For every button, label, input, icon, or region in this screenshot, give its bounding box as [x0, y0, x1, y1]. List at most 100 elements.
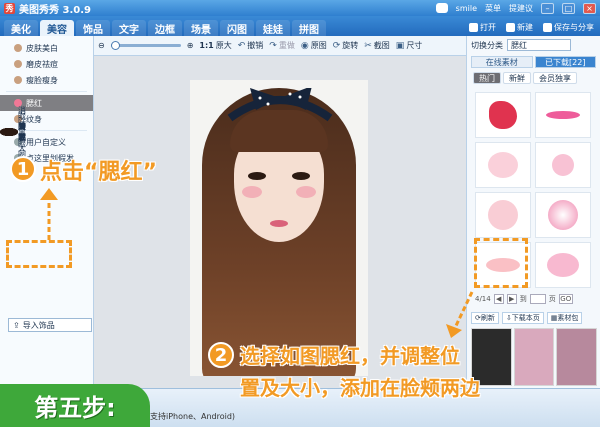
highlight-box-blush-menu: [6, 240, 72, 268]
left-item-whitening[interactable]: 皮肤美白: [0, 40, 93, 56]
prev-page-icon[interactable]: ◀: [493, 294, 504, 304]
redo-icon: ↷: [269, 40, 277, 51]
plus-icon: [506, 22, 515, 32]
original-button[interactable]: ◉ 原图: [301, 40, 327, 51]
tab-flash[interactable]: 闪图: [220, 20, 254, 36]
left-item-blush[interactable]: 腮红: [0, 95, 93, 111]
step-two-text-line1: 选择如图腮红，并调整位: [240, 344, 460, 368]
left-item-slimming[interactable]: 瘦脸瘦身: [0, 72, 93, 88]
tab-text[interactable]: 文字: [112, 20, 146, 36]
tab-beautify[interactable]: 美化: [4, 20, 38, 36]
subtab-vip[interactable]: 会员独享: [533, 72, 577, 84]
blush-swatch-icon: [547, 253, 579, 277]
photo-left-eye: [248, 172, 266, 180]
menu-actions: 打开 新建 保存与分享: [469, 18, 600, 36]
title-bar-right: smile 菜单 提建议 – □ ×: [435, 2, 596, 14]
zoom-slider-handle[interactable]: [110, 41, 120, 50]
blush-swatch-icon: [546, 111, 580, 119]
rotate-icon: ⟳: [332, 40, 341, 51]
canvas-toolbar: ⊖ ⊕ 1:1 原大 ↶ 撤销 ↷ 重做 ◉ 原图 ⟳ 旋转 ✂ 截图 ▣ 尺寸: [94, 36, 466, 56]
step-label-badge: 第五步:: [0, 384, 150, 427]
right-panel: 切换分类 腮红 在线素材 已下载[22] 热门 新鲜 会员独享 4/14 ◀ ▶…: [466, 36, 600, 388]
tab-scene[interactable]: 场景: [184, 20, 218, 36]
new-button[interactable]: 新建: [506, 22, 533, 33]
rotate-button[interactable]: ⟳ 旋转: [333, 40, 359, 51]
left-item-tattoo[interactable]: 纹身: [0, 111, 93, 127]
material-item[interactable]: [475, 142, 531, 188]
category-switch: 切换分类 腮红: [467, 36, 600, 54]
material-item[interactable]: [535, 242, 591, 288]
material-actions: ⟳ 刷新 ⇩ 下载本页 ▦ 素材包: [471, 312, 583, 324]
blush-swatch-icon: [489, 101, 517, 129]
redo-button[interactable]: ↷ 重做: [269, 40, 295, 51]
left-item-smoothing[interactable]: 磨皮祛痘: [0, 56, 93, 72]
tab-online-materials[interactable]: 在线素材: [471, 56, 533, 68]
photo[interactable]: [190, 80, 368, 376]
thumbnail[interactable]: [556, 328, 598, 386]
page-input[interactable]: [529, 294, 546, 304]
step-two-text-line2: 置及大小，添加在脸颊两边: [240, 376, 480, 400]
status-text: 支持iPhone、Android): [150, 412, 236, 421]
save-share-button[interactable]: 保存与分享: [543, 22, 594, 33]
user-name[interactable]: smile: [456, 4, 477, 13]
material-pack-button[interactable]: ▦ 素材包: [546, 312, 583, 324]
tab-collage[interactable]: 拼图: [292, 20, 326, 36]
save-icon: [543, 22, 552, 32]
left-user-custom[interactable]: 用户自定义: [0, 134, 93, 150]
window-title: 美图秀秀 3.0.9: [19, 4, 91, 16]
material-item[interactable]: [475, 92, 531, 138]
subtab-new[interactable]: 新鲜: [503, 72, 531, 84]
original-icon: ◉: [300, 40, 309, 51]
blush-swatch-icon: [548, 200, 578, 230]
face-icon: [14, 76, 22, 84]
category-select[interactable]: 腮红: [507, 39, 571, 51]
download-page-button[interactable]: ⇩ 下载本页: [501, 312, 544, 324]
size-button[interactable]: ▣ 尺寸: [396, 40, 423, 51]
zoom-out-icon[interactable]: ⊖: [98, 41, 105, 50]
material-item[interactable]: [475, 192, 531, 238]
left-item-hair-dye[interactable]: 染发: [0, 122, 26, 142]
step-two-badge: 2: [208, 342, 234, 368]
menu-bar: 美化 美容 饰品 文字 边框 场景 闪图 娃娃 拼图 打开 新建 保存与分享: [0, 16, 600, 36]
app-logo-icon: 秀: [4, 2, 15, 14]
undo-button[interactable]: ↶ 撤销: [238, 40, 264, 51]
zoom-in-icon[interactable]: ⊕: [187, 41, 194, 50]
step-one-badge: 1: [10, 156, 36, 182]
highlight-box-blush-material: [474, 238, 528, 288]
tab-accessories[interactable]: 饰品: [76, 20, 110, 36]
open-button[interactable]: 打开: [469, 22, 496, 33]
go-button[interactable]: GO: [558, 294, 573, 304]
subtab-hot[interactable]: 热门: [473, 72, 501, 84]
crop-button[interactable]: ✂ 截图: [364, 40, 390, 51]
material-item[interactable]: [535, 192, 591, 238]
help-link-feedback[interactable]: 提建议: [509, 3, 533, 14]
tab-doll[interactable]: 娃娃: [256, 20, 290, 36]
tab-frame[interactable]: 边框: [148, 20, 182, 36]
photo-left-blush: [242, 186, 262, 198]
canvas-area[interactable]: [94, 56, 466, 388]
material-item[interactable]: [535, 92, 591, 138]
maximize-icon[interactable]: □: [562, 2, 575, 14]
thumbnail[interactable]: [513, 328, 555, 386]
import-accessory-button[interactable]: ⇪ 导入饰品: [8, 318, 92, 332]
tab-beauty[interactable]: 美容: [40, 20, 74, 36]
close-icon[interactable]: ×: [583, 2, 596, 14]
user-avatar-icon[interactable]: [435, 3, 448, 13]
face-icon: [14, 44, 22, 52]
material-pager: 4/14 ◀ ▶ 到 页 GO: [475, 294, 573, 304]
photo-lips: [270, 220, 288, 227]
zoom-slider[interactable]: [110, 41, 181, 50]
face-icon: [14, 60, 22, 68]
blush-swatch-icon: [488, 152, 518, 178]
photo-right-blush: [296, 186, 316, 198]
material-item[interactable]: [535, 142, 591, 188]
material-subtabs: 热门 新鲜 会员独享: [467, 70, 600, 86]
material-tabs: 在线素材 已下载[22]: [467, 54, 600, 70]
original-size-button[interactable]: 1:1 原大: [199, 40, 231, 51]
help-link-menu[interactable]: 菜单: [485, 3, 501, 14]
tab-downloaded[interactable]: 已下载[22]: [534, 56, 596, 68]
title-bar: 秀 美图秀秀 3.0.9 smile 菜单 提建议 – □ ×: [0, 0, 600, 16]
photo-right-eye: [292, 172, 310, 180]
minimize-icon[interactable]: –: [541, 2, 554, 14]
next-page-icon[interactable]: ▶: [506, 294, 517, 304]
